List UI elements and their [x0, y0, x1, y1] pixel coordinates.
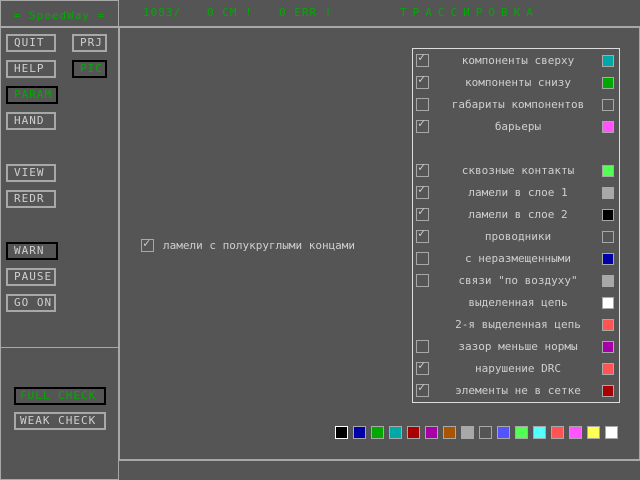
layer-row[interactable]: ✓ ламели в слое 1: [416, 182, 616, 201]
layer-label: нарушение DRC: [474, 362, 562, 375]
status-bar: [119, 0, 640, 27]
layer-row[interactable]: габариты компонентов: [416, 97, 616, 113]
status-counter: 1083/: [143, 6, 182, 19]
palette-swatch[interactable]: [497, 426, 510, 439]
layer-color-swatch[interactable]: [602, 187, 614, 199]
full-check-button[interactable]: FULL CHECK: [14, 387, 106, 405]
help-button[interactable]: HELP: [6, 60, 56, 78]
palette-swatch[interactable]: [371, 426, 384, 439]
check-icon: ✓: [143, 236, 151, 250]
palette-swatch[interactable]: [425, 426, 438, 439]
status-cm: 0 CM !: [207, 6, 253, 19]
layer-color-swatch[interactable]: [602, 297, 614, 309]
layer-label: 2-я выделенная цепь: [455, 318, 581, 331]
go-on-button[interactable]: GO ON: [6, 294, 56, 312]
layer-row[interactable]: ✓ элементы не в сетке: [416, 380, 616, 399]
layer-label: ламели в слое 1: [468, 186, 568, 199]
check-icon: ✓: [418, 182, 426, 196]
layer-row[interactable]: ✓ ламели в слое 2: [416, 204, 616, 223]
hand-button[interactable]: HAND: [6, 112, 56, 130]
palette-swatch[interactable]: [533, 426, 546, 439]
layer-label: ламели в слое 2: [468, 208, 568, 221]
palette-swatch[interactable]: [479, 426, 492, 439]
palette-swatch[interactable]: [407, 426, 420, 439]
layer-row[interactable]: ✓ компоненты сверху: [416, 50, 616, 69]
layer-label: с неразмещенными: [465, 252, 571, 265]
layer-label: сквозные контакты: [461, 164, 575, 177]
palette-swatch[interactable]: [515, 426, 528, 439]
warn-button[interactable]: WARN: [6, 242, 58, 260]
layer-color-swatch[interactable]: [602, 275, 614, 287]
layer-row[interactable]: зазор меньше нормы: [416, 339, 616, 355]
layer-color-swatch[interactable]: [602, 231, 614, 243]
layer-label: зазор меньше нормы: [458, 340, 578, 353]
layer-row[interactable]: ✓ барьеры: [416, 116, 616, 135]
status-mode: ТРАССИРОВКА: [400, 6, 539, 19]
palette-swatch[interactable]: [569, 426, 582, 439]
check-icon: ✓: [418, 380, 426, 394]
layer-label: компоненты снизу: [465, 76, 571, 89]
layer-row[interactable]: 2-я выделенная цепь: [416, 317, 616, 333]
layer-label: барьеры: [494, 120, 542, 133]
layer-row[interactable]: с неразмещенными: [416, 251, 616, 267]
layer-row[interactable]: ✓ проводники: [416, 226, 616, 245]
layer-label: выделенная цепь: [468, 296, 568, 309]
pic-button[interactable]: PIC: [72, 60, 107, 78]
layer-checkbox[interactable]: [416, 252, 429, 265]
palette-swatch[interactable]: [551, 426, 564, 439]
check-icon: ✓: [418, 226, 426, 240]
weak-check-button[interactable]: WEAK CHECK: [14, 412, 106, 430]
palette-swatch[interactable]: [605, 426, 618, 439]
layer-checkbox[interactable]: [416, 340, 429, 353]
palette-swatch[interactable]: [335, 426, 348, 439]
layer-color-swatch[interactable]: [602, 385, 614, 397]
layer-checkbox[interactable]: [416, 98, 429, 111]
layer-row[interactable]: связи "по воздуху": [416, 273, 616, 289]
layer-checkbox[interactable]: [416, 274, 429, 287]
layer-label: связи "по воздуху": [458, 274, 578, 287]
layer-color-swatch[interactable]: [602, 319, 614, 331]
palette-swatch[interactable]: [353, 426, 366, 439]
layer-color-swatch[interactable]: [602, 99, 614, 111]
layer-row[interactable]: выделенная цепь: [416, 295, 616, 311]
redr-button[interactable]: REDR: [6, 190, 56, 208]
palette-swatch[interactable]: [443, 426, 456, 439]
check-icon: ✓: [418, 116, 426, 130]
layer-label: компоненты сверху: [461, 54, 575, 67]
check-icon: ✓: [418, 72, 426, 86]
layer-label: элементы не в сетке: [455, 384, 581, 397]
layer-color-swatch[interactable]: [602, 165, 614, 177]
layer-label: проводники: [484, 230, 552, 243]
rounded-pads-label: ламели с полукруглыми концами: [163, 239, 356, 252]
check-icon: ✓: [418, 160, 426, 174]
status-err: 0 ERR !: [279, 6, 333, 19]
palette-swatch[interactable]: [587, 426, 600, 439]
palette-swatch[interactable]: [389, 426, 402, 439]
bottom-bar: [119, 460, 640, 480]
layer-color-swatch[interactable]: [602, 77, 614, 89]
pause-button[interactable]: PAUSE: [6, 268, 56, 286]
palette-swatch[interactable]: [461, 426, 474, 439]
param-button[interactable]: PARAM: [6, 86, 58, 104]
layer-color-swatch[interactable]: [602, 55, 614, 67]
layer-row[interactable]: ✓ компоненты снизу: [416, 72, 616, 91]
layer-color-swatch[interactable]: [602, 209, 614, 221]
view-button[interactable]: VIEW: [6, 164, 56, 182]
layer-color-swatch[interactable]: [602, 253, 614, 265]
layer-color-swatch[interactable]: [602, 341, 614, 353]
quit-button[interactable]: QUIT: [6, 34, 56, 52]
layer-color-swatch[interactable]: [602, 363, 614, 375]
app-title: = SpeedWay =: [0, 0, 119, 27]
layer-row[interactable]: ✓ нарушение DRC: [416, 358, 616, 377]
check-icon: ✓: [418, 50, 426, 64]
layer-row[interactable]: ✓ сквозные контакты: [416, 160, 616, 179]
layer-label: габариты компонентов: [451, 98, 585, 111]
check-icon: ✓: [418, 204, 426, 218]
check-icon: ✓: [418, 358, 426, 372]
prj-button[interactable]: PRJ: [72, 34, 107, 52]
layer-color-swatch[interactable]: [602, 121, 614, 133]
